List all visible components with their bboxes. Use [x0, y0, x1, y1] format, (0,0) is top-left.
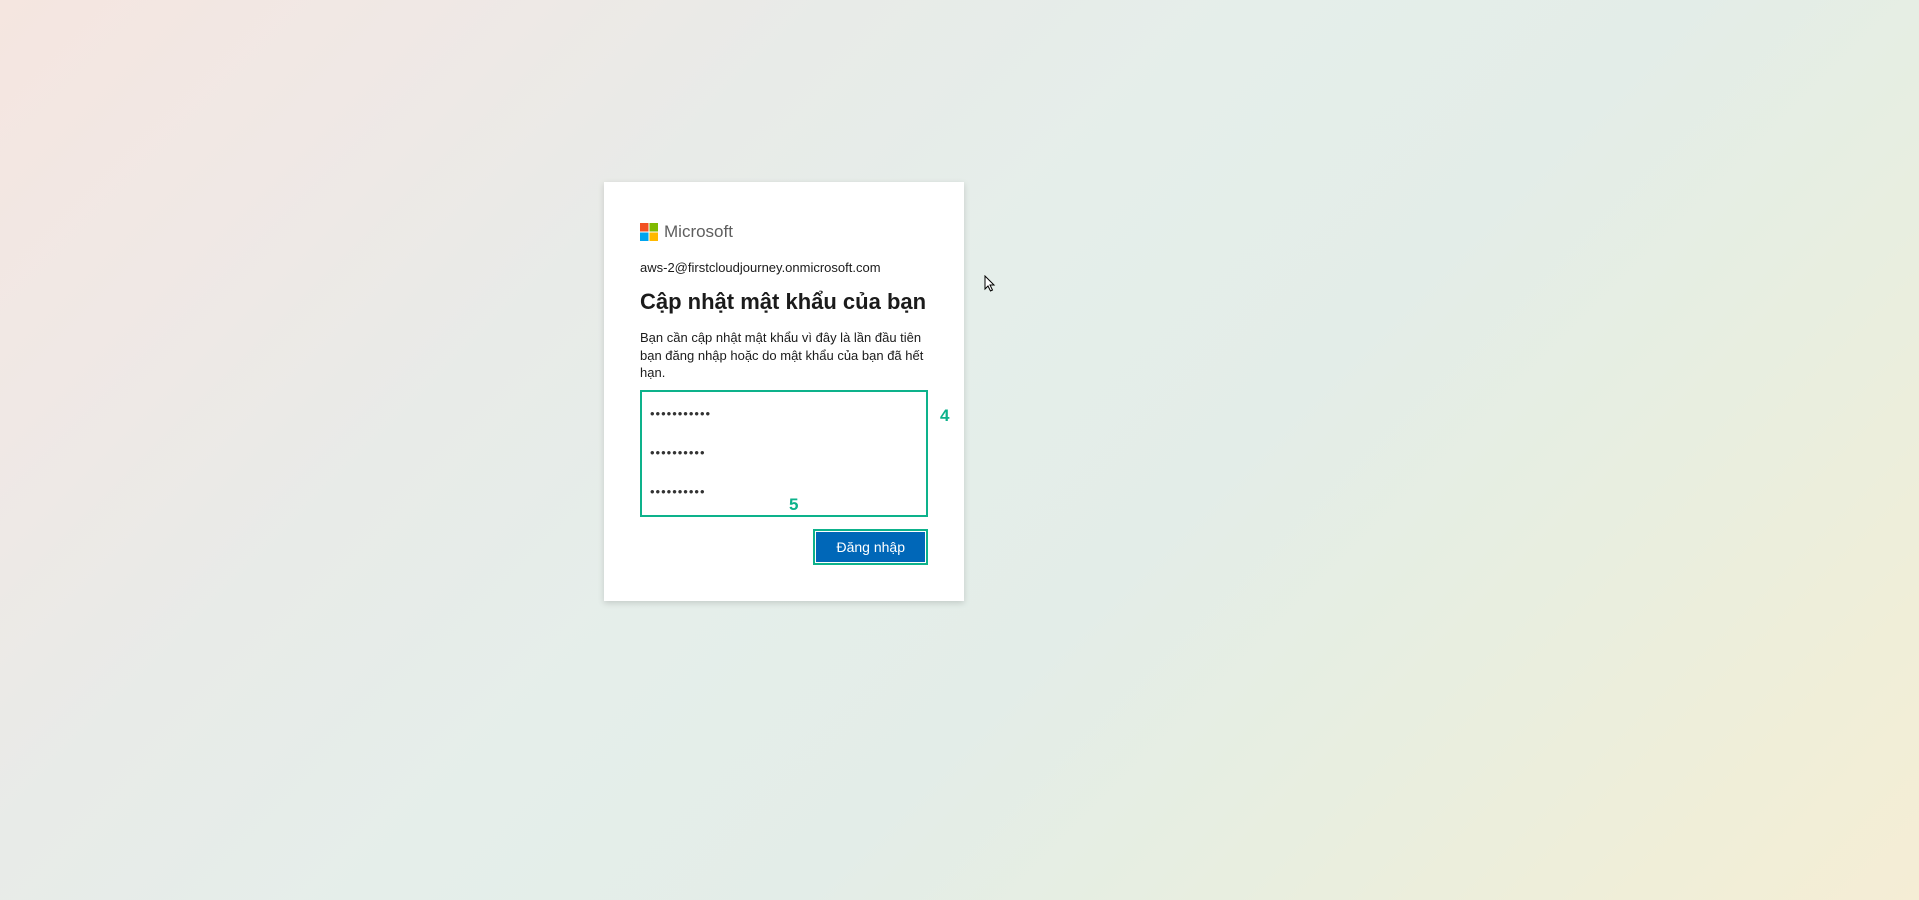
- signin-button-highlight: Đăng nhập: [813, 529, 928, 565]
- annotation-marker-5: 5: [789, 495, 798, 515]
- button-row: Đăng nhập: [640, 529, 928, 565]
- password-inputs-group: [640, 390, 928, 517]
- brand-name: Microsoft: [664, 222, 733, 242]
- user-email: aws-2@firstcloudjourney.onmicrosoft.com: [640, 260, 928, 275]
- confirm-password-input[interactable]: [648, 474, 920, 503]
- signin-button[interactable]: Đăng nhập: [816, 532, 925, 562]
- card-description: Bạn cần cập nhật mật khẩu vì đây là lần …: [640, 329, 928, 382]
- new-password-input[interactable]: [648, 435, 920, 464]
- cursor-icon: [984, 275, 1000, 291]
- current-password-input[interactable]: [648, 396, 920, 425]
- microsoft-logo-icon: [640, 223, 658, 241]
- annotation-marker-4: 4: [940, 406, 949, 426]
- brand-row: Microsoft: [640, 222, 928, 242]
- card-title: Cập nhật mật khẩu của bạn: [640, 289, 928, 315]
- login-card: Microsoft aws-2@firstcloudjourney.onmicr…: [604, 182, 964, 601]
